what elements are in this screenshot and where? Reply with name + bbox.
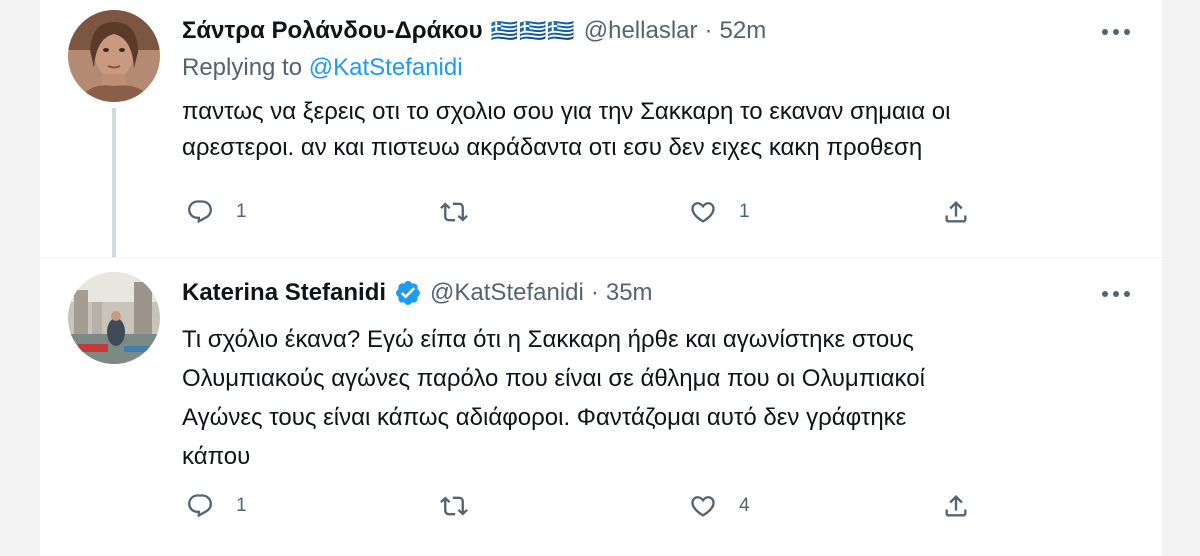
reply-count: 1 — [236, 201, 247, 222]
like-icon — [691, 202, 715, 223]
name-emoji-flags: 🇬🇷🇬🇷🇬🇷 — [490, 18, 576, 43]
like-button[interactable]: 4 — [689, 486, 750, 526]
tweet-content: Katerina Stefanidi @KatStefanidi · 35m Τ… — [182, 276, 1130, 476]
reply-mention-link[interactable]: @KatStefanidi — [309, 54, 463, 81]
avatar[interactable] — [68, 272, 160, 364]
like-count: 1 — [739, 201, 750, 222]
retweet-button[interactable] — [440, 486, 490, 526]
like-icon — [691, 496, 715, 517]
author-handle[interactable]: @hellaslar — [584, 17, 698, 45]
tweet-text-line: Αγώνες τους είναι κάπως αδιάφοροι. Φαντά… — [182, 404, 907, 431]
avatar[interactable] — [68, 10, 160, 102]
retweet-icon — [440, 202, 468, 222]
tweet-text-line: παντως να ξερεις οτι το σχολιο σου για τ… — [182, 98, 951, 125]
reply-button[interactable]: 1 — [186, 486, 247, 526]
tweet[interactable]: Σάντρα Ρολάνδου-Δράκου 🇬🇷🇬🇷🇬🇷 @hellaslar… — [40, 0, 1162, 258]
author-name[interactable]: Σάντρα Ρολάνδου-Δράκου — [182, 17, 483, 45]
author-name[interactable]: Katerina Stefanidi — [182, 279, 386, 307]
share-button[interactable] — [942, 192, 970, 232]
tweet-text: Τι σχόλιο έκανα? Εγώ είπα ότι η Σακκαρη … — [182, 320, 1112, 476]
replying-to-label: Replying to — [182, 54, 303, 81]
tweet-actions: 1 4 — [182, 486, 982, 526]
tweet-timestamp[interactable]: 52m — [720, 17, 767, 45]
reply-icon — [188, 494, 212, 518]
retweet-icon — [440, 496, 468, 516]
share-icon — [945, 201, 967, 223]
like-button[interactable]: 1 — [689, 192, 750, 232]
tweet-content: Σάντρα Ρολάνδου-Δράκου 🇬🇷🇬🇷🇬🇷 @hellaslar… — [182, 14, 1130, 166]
tweet-actions: 1 1 — [182, 192, 982, 232]
tweet-timestamp[interactable]: 35m — [606, 279, 653, 307]
more-icon[interactable] — [1096, 284, 1136, 304]
separator-dot: · — [590, 279, 599, 306]
author-handle[interactable]: @KatStefanidi — [430, 279, 584, 307]
share-button[interactable] — [942, 486, 970, 526]
tweet-header: Σάντρα Ρολάνδου-Δράκου 🇬🇷🇬🇷🇬🇷 @hellaslar… — [182, 14, 1112, 48]
verified-badge-icon — [394, 279, 422, 307]
more-icon[interactable] — [1096, 22, 1136, 42]
reply-icon — [188, 200, 212, 224]
page-background: Σάντρα Ρολάνδου-Δράκου 🇬🇷🇬🇷🇬🇷 @hellaslar… — [0, 0, 1200, 556]
tweet-text-line: αρεστεροι. αν και πιστευω ακράδαντα οτι … — [182, 134, 923, 161]
like-count: 4 — [739, 495, 750, 516]
reply-count: 1 — [236, 495, 247, 516]
tweet-text: παντως να ξερεις οτι το σχολιο σου για τ… — [182, 94, 1112, 166]
thread-connector-line — [112, 108, 116, 257]
tweet-text-line: κάπου — [182, 443, 251, 470]
share-icon — [945, 495, 967, 517]
tweet[interactable]: Katerina Stefanidi @KatStefanidi · 35m Τ… — [40, 258, 1162, 556]
tweet-text-line: Ολυμπιακούς αγώνες παρόλο που είναι σε ά… — [182, 365, 925, 392]
replying-to: Replying to @KatStefanidi — [182, 54, 1112, 86]
conversation-thread: Σάντρα Ρολάνδου-Δράκου 🇬🇷🇬🇷🇬🇷 @hellaslar… — [40, 0, 1162, 556]
tweet-header: Katerina Stefanidi @KatStefanidi · 35m — [182, 276, 1112, 310]
tweet-text-line: Τι σχόλιο έκανα? Εγώ είπα ότι η Σακκαρη … — [182, 326, 914, 353]
retweet-button[interactable] — [440, 192, 490, 232]
reply-button[interactable]: 1 — [186, 192, 247, 232]
separator-dot: · — [704, 17, 713, 44]
